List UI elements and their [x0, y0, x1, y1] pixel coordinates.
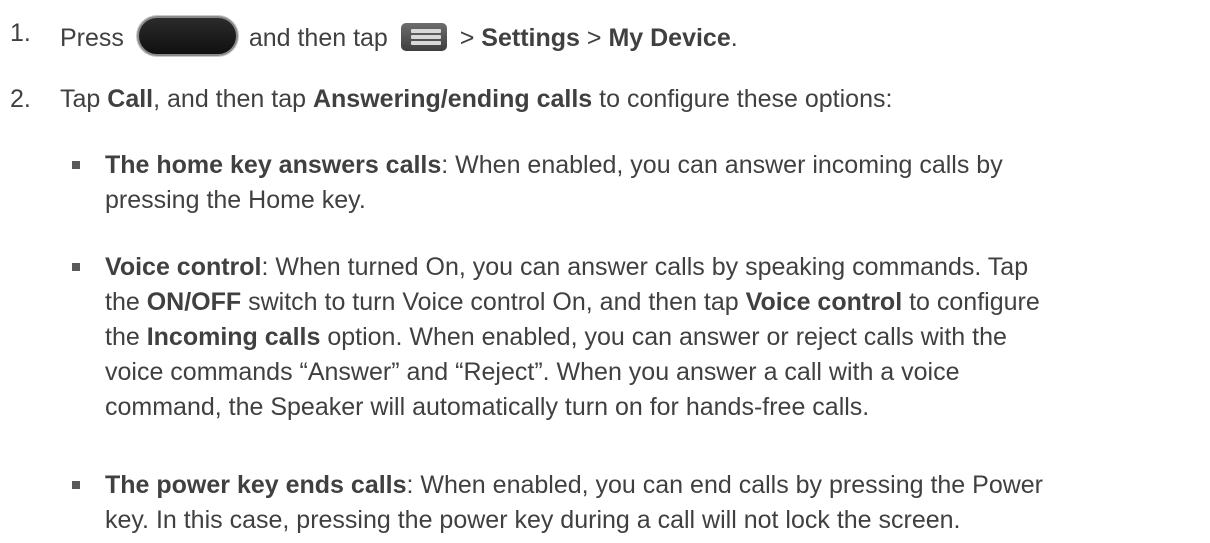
instructions-page: 1. Press and then tap > Settings > My De… [0, 0, 1210, 543]
menu-key-icon [400, 23, 447, 51]
bullet-marker [72, 481, 80, 489]
option-text: the [105, 323, 140, 351]
option-line: key. In this case, pressing the power ke… [105, 506, 961, 534]
call-label: Call [107, 85, 154, 113]
option-text: the [105, 288, 140, 316]
step-word: Press [60, 24, 124, 52]
step-number: 2. [10, 85, 31, 113]
voice-control-label: Voice control [745, 288, 903, 316]
option-line: : When enabled, you can end calls by pre… [406, 471, 1044, 499]
option-text: option. When enabled, you can answer or … [327, 323, 1007, 351]
option-text: command, the Speaker will automatically … [105, 393, 870, 421]
answering-ending-calls-label: Answering/ending calls [312, 85, 593, 113]
settings-label: Settings [481, 24, 580, 52]
step-number: 1. [10, 19, 31, 47]
option-description: The power key ends calls: When enabled, … [105, 468, 1205, 538]
step-word: to configure these options: [599, 85, 893, 113]
option-line: : When enabled, you can answer incoming … [441, 151, 1003, 179]
bullet-marker [72, 161, 80, 169]
step-word: Tap [60, 85, 101, 113]
option-title: The home key answers calls [105, 151, 442, 179]
option-text: voice commands “Answer” and “Reject”. Wh… [105, 358, 960, 386]
my-device-label: My Device [608, 24, 731, 52]
step-word: , and then tap [153, 85, 307, 113]
on-off-label: ON/OFF [146, 288, 242, 316]
step-text: Tap Call, and then tap Answering/ending … [60, 82, 892, 117]
separator: > [586, 24, 602, 52]
step-text: Press and then tap > Settings > My Devic… [60, 16, 738, 56]
incoming-calls-label: Incoming calls [146, 323, 321, 351]
step-end: . [730, 24, 738, 52]
option-line: pressing the Home key. [105, 186, 366, 214]
option-text: switch to turn Voice control On, and the… [248, 288, 739, 316]
step-word: and then tap [248, 24, 388, 52]
option-text: : When turned On, you can answer calls b… [261, 253, 1029, 281]
option-title: Voice control [105, 253, 262, 281]
option-title: The power key ends calls [105, 471, 407, 499]
option-description: The home key answers calls: When enabled… [105, 148, 1205, 218]
option-description: Voice control: When turned On, you can a… [105, 250, 1205, 425]
bullet-marker [72, 263, 80, 271]
option-text: to configure [909, 288, 1040, 316]
home-key-icon [136, 16, 238, 56]
separator: > [459, 24, 475, 52]
